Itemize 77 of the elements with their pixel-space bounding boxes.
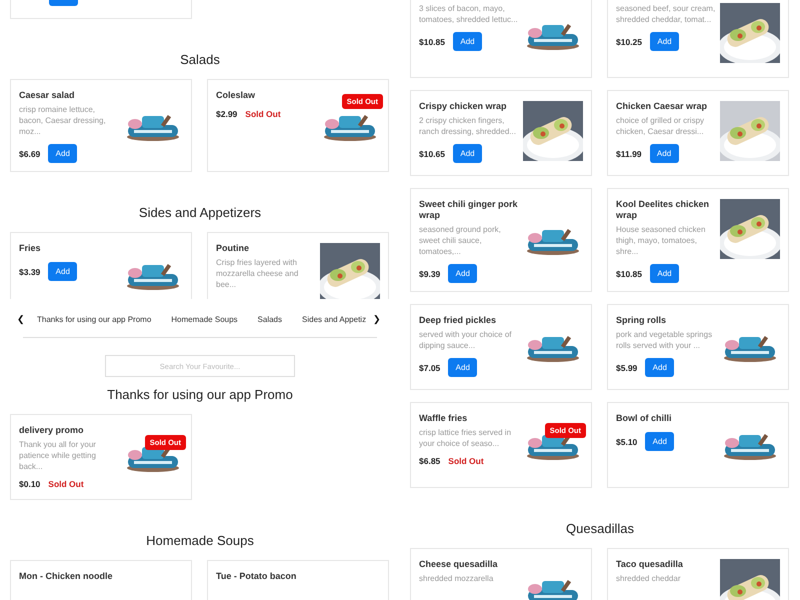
add-button[interactable]: Add <box>645 358 674 377</box>
section-heading: Salads <box>179 52 221 67</box>
add-button[interactable] <box>49 0 78 6</box>
item-name: Sweet chili ginger pork wrap <box>419 199 518 221</box>
item-description: seasoned beef, sour cream, shredded cheddar, tomat... <box>616 3 716 25</box>
item-price: $10.65 <box>419 148 445 158</box>
item-description: served with your choice of dipping sauce... <box>419 329 512 351</box>
previous-arrow[interactable]: ❮ <box>17 314 27 324</box>
item-price: $9.39 <box>419 268 440 278</box>
logo-drawing <box>524 226 582 256</box>
item-name: Waffle fries <box>419 413 468 424</box>
item-description: Crisp fries layered with mozzarella cheese and bee... <box>216 257 300 290</box>
item-description: crisp lattice fries served in your choice of seaso... <box>419 427 512 449</box>
item-price: $7.05 <box>419 362 440 372</box>
logo-drawing <box>524 333 582 363</box>
item-price: $10.25 <box>616 36 642 46</box>
item-name: Kool Deelites chicken wrap <box>616 199 710 221</box>
add-button[interactable]: Add <box>453 144 482 163</box>
item-name: Deep fried pickles <box>419 315 498 326</box>
item-name: Coleslaw <box>216 90 256 101</box>
item-price: $6.69 <box>19 148 40 158</box>
item-description: shredded cheddar <box>616 573 682 584</box>
item-price: $10.85 <box>616 268 642 278</box>
section-heading: Quesadillas <box>565 521 635 536</box>
item-description: Thank you all for your patience while getting back... <box>19 439 97 472</box>
sold-out-label: Sold Out <box>48 479 84 489</box>
sold-out-label: Sold Out <box>448 456 484 466</box>
item-description: pork and vegetable springs rolls served with your ... <box>616 329 714 351</box>
item-name: Bowl of chilli <box>616 413 672 424</box>
item-price: $2.99 <box>216 109 238 119</box>
category-tab[interactable]: Salads <box>258 314 282 324</box>
item-name: Crispy chicken wrap <box>419 101 508 112</box>
category-tab[interactable]: Homemade Soups <box>171 314 238 324</box>
item-name: Poutine <box>216 243 250 254</box>
add-button[interactable]: Add <box>650 32 679 51</box>
item-price: $6.85 <box>419 456 440 466</box>
item-description: 2 crispy chicken fingers, ranch dressing, shredded... <box>419 115 517 137</box>
item-price: $10.85 <box>419 36 445 46</box>
item-description: House seasoned chicken thigh, mayo, tomatoes, shre... <box>616 224 706 257</box>
item-price: $3.39 <box>19 266 40 276</box>
add-button[interactable]: Add <box>448 358 478 377</box>
category-tab[interactable]: Thanks for using our app Promo <box>37 314 152 324</box>
item-name: Cheese quesadilla <box>419 559 499 570</box>
item-price: $5.99 <box>616 362 638 372</box>
item-name: Spring rolls <box>616 315 668 326</box>
logo-drawing <box>524 21 582 51</box>
item-name: Caesar salad <box>19 90 76 101</box>
item-name: Chicken Caesar wrap <box>616 101 708 112</box>
section-heading: Sides and Appetizers <box>138 205 262 220</box>
item-name: Mon - Chicken noodle <box>19 571 114 582</box>
add-button[interactable]: Add <box>48 144 78 163</box>
next-arrow[interactable]: ❯ <box>373 314 383 324</box>
item-description: 3 slices of bacon, mayo, tomatoes, shredded lettuc... <box>419 3 519 25</box>
item-description: seasoned ground pork, sweet chili sauce, tomatoes,... <box>419 224 502 257</box>
add-button[interactable]: Add <box>650 144 679 163</box>
item-name: Tue - Potato bacon <box>216 571 298 582</box>
item-description: shredded mozzarella <box>419 573 494 584</box>
add-button[interactable]: Add <box>48 262 78 281</box>
logo-drawing <box>124 261 182 291</box>
add-button[interactable]: Add <box>448 264 478 283</box>
item-name: Fries <box>19 243 42 254</box>
sold-out-label: Sold Out <box>245 109 281 119</box>
item-description: crisp romaine lettuce, bacon, Caesar dressing, moz... <box>19 104 107 137</box>
item-description: choice of grilled or crispy chicken, Caesar dressi... <box>616 115 706 137</box>
section-heading: Homemade Soups <box>145 533 255 548</box>
item-price: $11.99 <box>616 148 642 158</box>
logo-drawing <box>721 431 779 461</box>
item-price: $5.10 <box>616 436 638 446</box>
category-tab[interactable]: Sides and Appetiz <box>302 314 366 324</box>
logo-drawing <box>721 333 779 363</box>
item-name: delivery promo <box>19 425 85 436</box>
section-heading: Thanks for using our app Promo <box>106 387 294 402</box>
item-name: Taco quesadilla <box>616 559 684 570</box>
item-price: $0.10 <box>19 479 40 489</box>
add-button[interactable]: Add <box>650 264 679 283</box>
add-button[interactable]: Add <box>645 432 674 451</box>
add-button[interactable]: Add <box>453 32 482 51</box>
